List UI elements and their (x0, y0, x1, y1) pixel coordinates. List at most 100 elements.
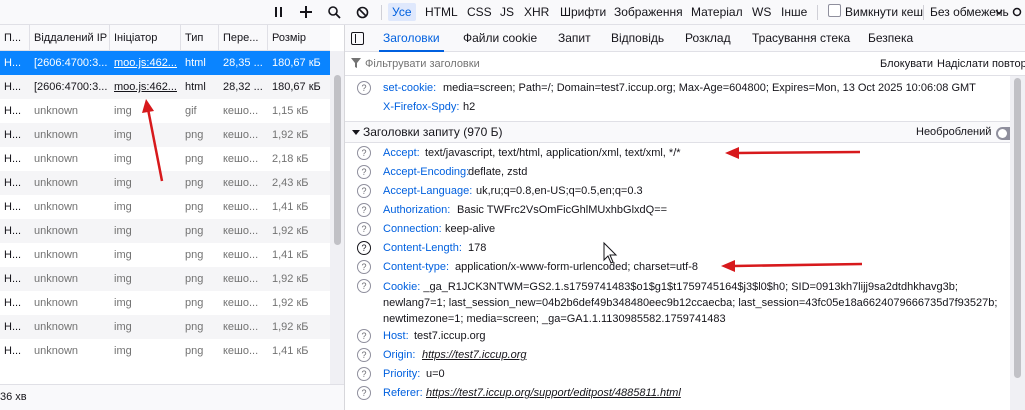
raw-toggle-label: Необроблений (916, 126, 992, 138)
filter-tab-media[interactable]: Матеріал (687, 3, 747, 21)
cell-initiator: img (114, 105, 132, 117)
tab-request[interactable]: Запит (554, 25, 595, 52)
table-row[interactable]: H... unknown img png кешо... 1,41 кБ (0, 243, 330, 267)
table-row[interactable]: H... unknown img png кешо... 1,41 кБ (0, 339, 330, 363)
header-value: h2 (463, 101, 476, 113)
tab-stack-trace[interactable]: Трасування стека (748, 25, 854, 52)
table-row[interactable]: H... unknown img png кешо... 1,92 кБ (0, 267, 330, 291)
header-name: Cookie: (383, 281, 421, 293)
column-header-size[interactable]: Розмір (268, 25, 330, 51)
cell-remote-ip: unknown (34, 177, 79, 189)
help-icon[interactable]: ? (357, 367, 371, 381)
add-icon[interactable] (297, 3, 315, 21)
headers-filter-bar: Фільтрувати заголовки Блокувати Надіслат… (345, 52, 1025, 76)
cell-initiator: img (114, 297, 132, 309)
block-icon[interactable] (353, 3, 371, 21)
cell-initiator[interactable]: moo.js:462... (110, 51, 181, 75)
filter-tab-all[interactable]: Усе (388, 3, 416, 21)
tab-security[interactable]: Безпека (864, 25, 917, 52)
cell-initiator: img (114, 129, 132, 141)
column-header-remote-ip[interactable]: Віддалений IP (30, 25, 110, 51)
cell-transferred: кешо... (223, 249, 259, 261)
block-button[interactable]: Блокувати (880, 55, 933, 73)
header-row: ? Accept-Encoding: deflate, zstd (345, 163, 1025, 182)
disable-cache-checkbox[interactable] (828, 4, 841, 17)
cell-remote-ip: unknown (34, 297, 79, 309)
request-list-scrollbar[interactable] (330, 51, 344, 387)
help-icon[interactable]: ? (357, 165, 371, 179)
filter-tab-js[interactable]: JS (496, 3, 518, 21)
header-name: Authorization: (383, 204, 451, 216)
cell-remote-ip: unknown (34, 153, 79, 165)
scrollbar-thumb[interactable] (334, 75, 341, 245)
cell-protocol: H... (4, 273, 22, 285)
help-icon[interactable]: ? (357, 386, 371, 400)
column-header-type[interactable]: Тип (181, 25, 219, 51)
cell-initiator: img (114, 153, 132, 165)
filter-tab-html[interactable]: HTML (421, 3, 462, 21)
table-row[interactable]: H... unknown img png кешо... 1,41 кБ (0, 195, 330, 219)
help-icon[interactable]: ? (357, 81, 371, 95)
help-icon[interactable]: ? (357, 146, 371, 160)
help-icon[interactable]: ? (357, 279, 371, 293)
sidebar-toggle-icon[interactable] (351, 32, 364, 45)
headers-filter-input[interactable]: Фільтрувати заголовки (365, 55, 845, 73)
filter-tab-fonts[interactable]: Шрифти (556, 3, 610, 21)
resend-button[interactable]: Надіслати повтор (937, 55, 1025, 73)
table-row[interactable]: H... unknown img png кешо... 1,92 кБ (0, 123, 330, 147)
header-value-link[interactable]: https://test7.iccup.org/support/editpost… (426, 384, 681, 403)
filter-tab-images[interactable]: Зображення (610, 3, 687, 21)
tab-headers[interactable]: Заголовки (379, 25, 444, 52)
chevron-down-icon[interactable] (994, 3, 1004, 21)
filter-tab-css[interactable]: CSS (463, 3, 496, 21)
header-value: Basic TWFrc2VsOmFicGhlMUxhbGlxdQ== (457, 204, 668, 216)
header-value: deflate, zstd (468, 166, 528, 178)
help-icon[interactable]: ? (357, 241, 371, 255)
help-icon[interactable]: ? (357, 348, 371, 362)
pause-icon[interactable] (270, 3, 288, 21)
table-row[interactable]: H... unknown img png кешо... 1,92 кБ (0, 315, 330, 339)
header-value-link[interactable]: https://test7.iccup.org (422, 346, 527, 365)
scrollbar-thumb[interactable] (1014, 78, 1021, 378)
tab-cookies[interactable]: Файли cookie (459, 25, 541, 52)
cell-protocol: H... (4, 129, 22, 141)
help-icon[interactable]: ? (357, 184, 371, 198)
header-name: Host: (383, 330, 409, 342)
help-icon[interactable]: ? (357, 222, 371, 236)
cell-size: 1,92 кБ (272, 321, 309, 333)
table-row[interactable]: H... unknown img png кешо... 2,43 кБ (0, 171, 330, 195)
toolbar-divider (381, 5, 382, 20)
tab-response[interactable]: Відповідь (607, 25, 668, 52)
header-name: Accept: (383, 147, 420, 159)
cell-initiator: img (114, 249, 132, 261)
table-row[interactable]: H... [2606:4700:3... moo.js:462... html 28,3… (0, 51, 330, 75)
cell-protocol: H... (4, 105, 22, 117)
filter-tab-ws[interactable]: WS (748, 3, 775, 21)
details-scrollbar[interactable] (1010, 76, 1025, 410)
filter-tab-xhr[interactable]: XHR (520, 3, 553, 21)
request-headers-section[interactable]: Заголовки запиту (970 Б) Необроблений (345, 121, 1025, 143)
table-row[interactable]: H... unknown img gif кешо... 1,15 кБ (0, 99, 330, 123)
filter-tab-other[interactable]: Інше (777, 3, 811, 21)
table-row[interactable]: H... unknown img png кешо... 1,92 кБ (0, 219, 330, 243)
help-icon[interactable]: ? (357, 260, 371, 274)
help-icon[interactable]: ? (357, 329, 371, 343)
table-row[interactable]: H... unknown img png кешо... 1,92 кБ (0, 291, 330, 315)
tab-timings[interactable]: Розклад (681, 25, 735, 52)
search-icon[interactable] (325, 3, 343, 21)
toolbar-divider (923, 5, 924, 20)
cell-transferred: кешо... (223, 297, 259, 309)
help-icon[interactable]: ? (357, 203, 371, 217)
column-header-initiator[interactable]: Ініціатор (110, 25, 181, 51)
table-row[interactable]: H... unknown img png кешо... 2,18 кБ (0, 147, 330, 171)
cell-protocol: H... (4, 177, 22, 189)
request-details: Заголовки Файли cookie Запит Відповідь Р… (345, 25, 1025, 410)
header-name: set-cookie: (383, 82, 437, 94)
table-row[interactable]: H... [2606:4700:3... moo.js:462... html 28,3… (0, 75, 330, 99)
cell-size: 1,41 кБ (272, 249, 309, 261)
cell-protocol: H... (4, 57, 22, 69)
cell-initiator[interactable]: moo.js:462... (110, 75, 181, 99)
column-header-protocol[interactable]: П... (0, 25, 30, 51)
column-header-transferred[interactable]: Пере... (219, 25, 268, 51)
gear-icon[interactable] (1008, 3, 1025, 21)
